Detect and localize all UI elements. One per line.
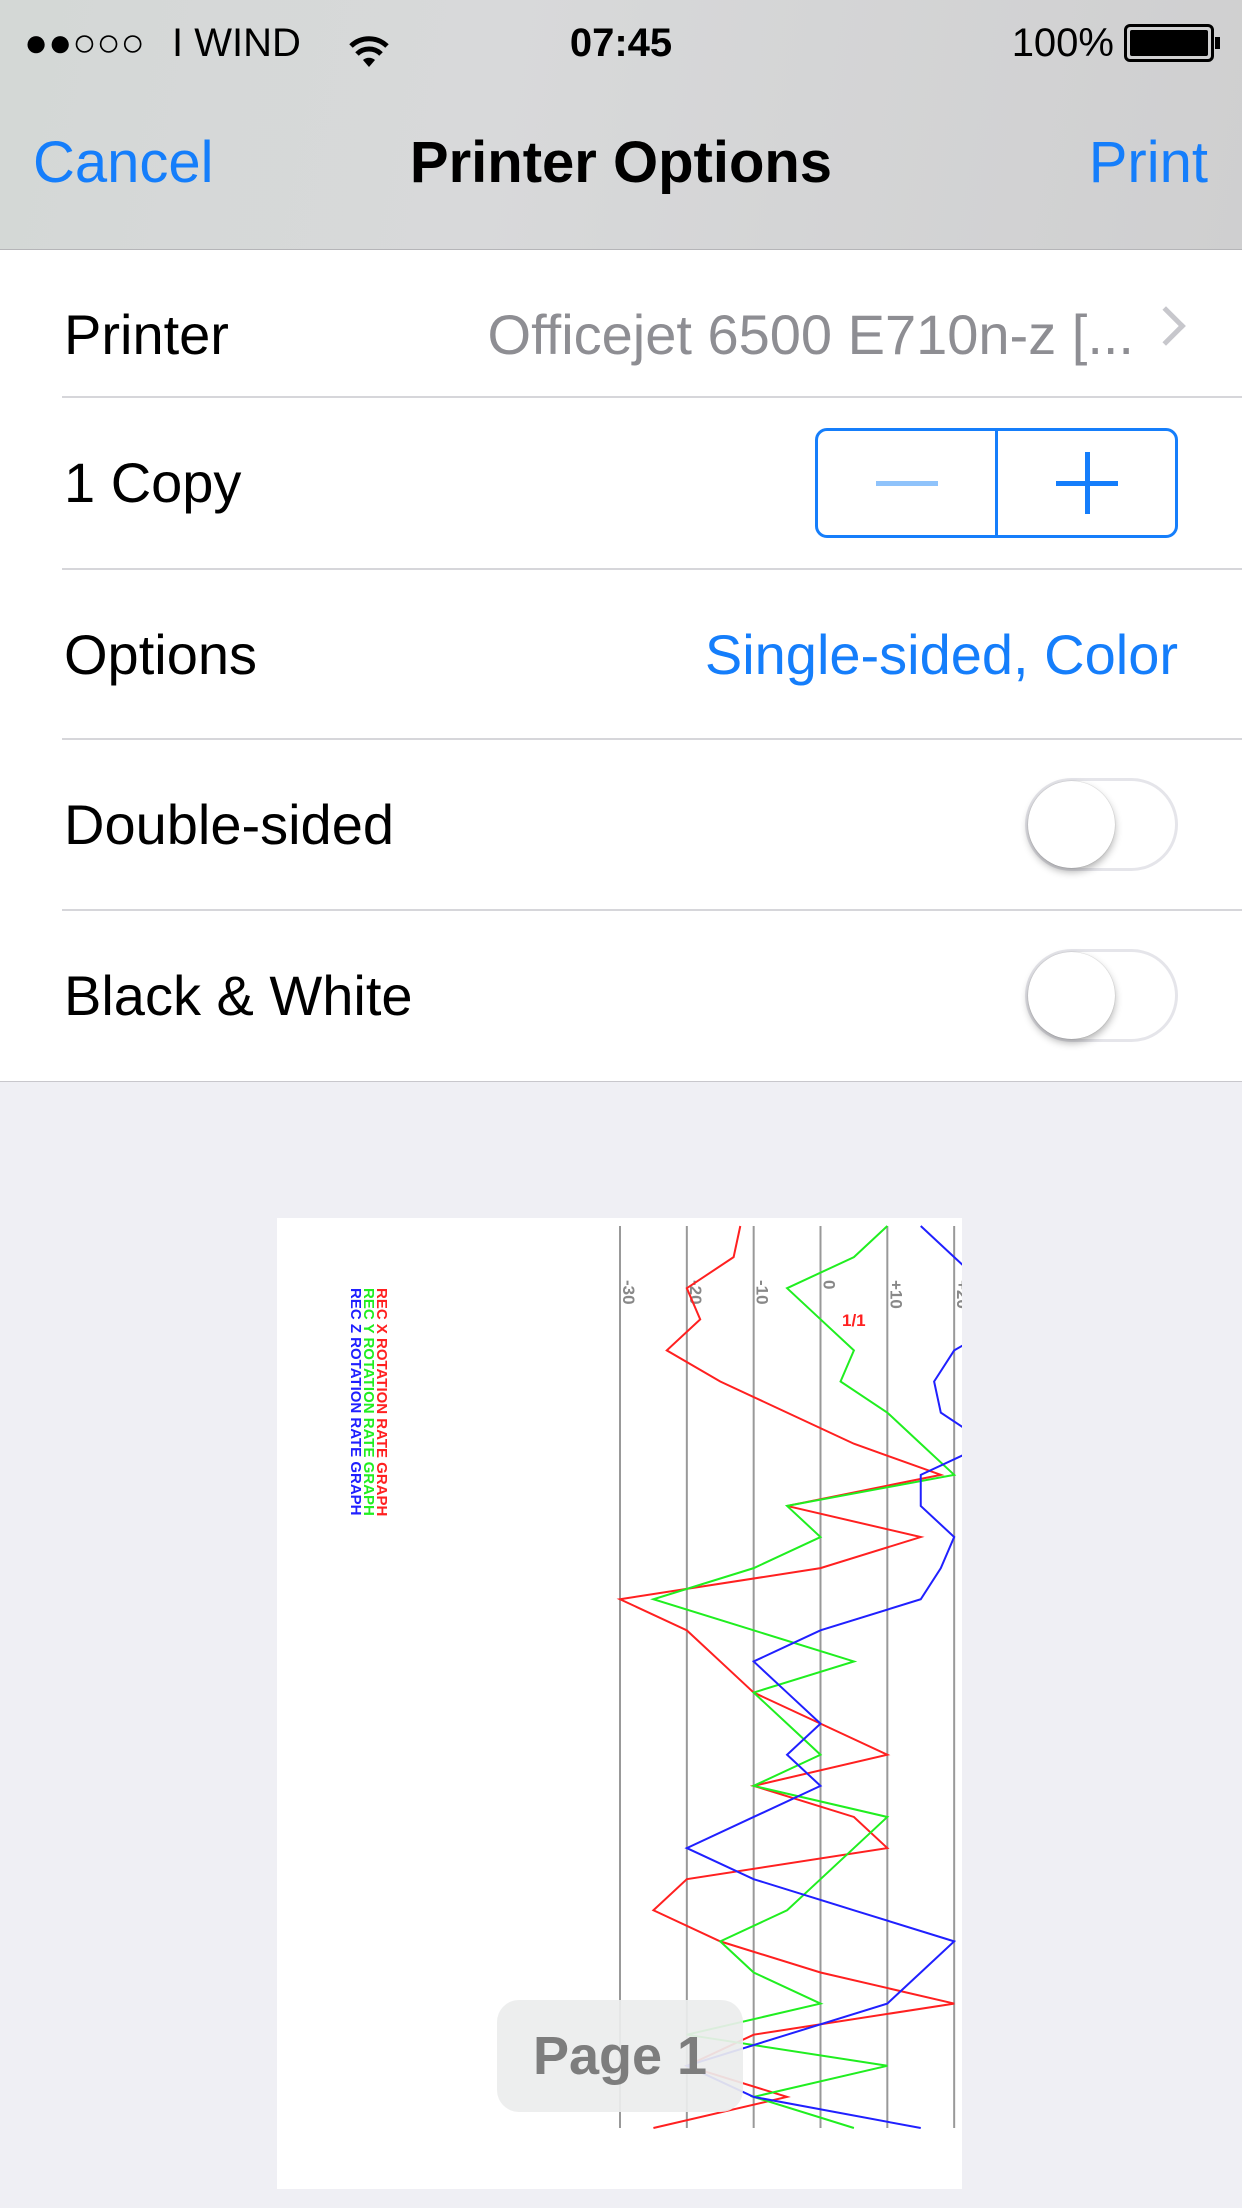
black-white-row: Black & White <box>0 911 1242 1081</box>
tick-label: 0 <box>820 1280 839 1289</box>
tick-label: -30 <box>619 1280 638 1305</box>
tick-label: +10 <box>886 1280 905 1309</box>
battery-percent: 100% <box>1011 21 1114 65</box>
chevron-right-icon <box>1146 306 1186 346</box>
black-white-toggle[interactable] <box>1025 949 1178 1042</box>
decrement-button[interactable] <box>818 431 998 535</box>
printer-label: Printer <box>64 303 229 366</box>
legend-entry: REC Z ROTATION RATE GRAPH <box>347 1288 364 1516</box>
minus-icon <box>875 481 938 486</box>
options-row[interactable]: Options Single-sided, Color <box>0 570 1242 740</box>
copies-stepper[interactable] <box>815 428 1178 538</box>
double-sided-label: Double-sided <box>64 793 394 856</box>
navigation-header: ●●○○○ I WIND 07:45 100% Cancel Printer O… <box>0 0 1242 250</box>
black-white-label: Black & White <box>64 964 413 1027</box>
copies-label: 1 Copy <box>64 451 242 514</box>
page-number-badge: Page 1 <box>497 2000 743 2112</box>
page-count-label: 1/1 <box>842 1311 866 1330</box>
printer-row[interactable]: Printer Officejet 6500 E710n-z [... <box>0 250 1242 420</box>
series-line <box>684 1225 1010 2129</box>
tick-label: +20 <box>953 1280 962 1309</box>
double-sided-row: Double-sided <box>0 740 1242 910</box>
increment-button[interactable] <box>998 431 1175 535</box>
options-value[interactable]: Single-sided, Color <box>705 570 1178 740</box>
tick-label: -10 <box>753 1280 772 1305</box>
series-line <box>616 1225 955 2129</box>
print-button[interactable]: Print <box>1089 128 1208 198</box>
copies-row: 1 Copy <box>0 398 1242 568</box>
options-label: Options <box>64 623 257 686</box>
double-sided-toggle[interactable] <box>1025 778 1178 871</box>
printer-value: Officejet 6500 E710n-z [... <box>487 303 1134 366</box>
page-title: Printer Options <box>409 130 833 195</box>
options-list: Printer Officejet 6500 E710n-z [... 1 Co… <box>0 250 1242 1082</box>
battery-icon <box>1124 24 1220 62</box>
